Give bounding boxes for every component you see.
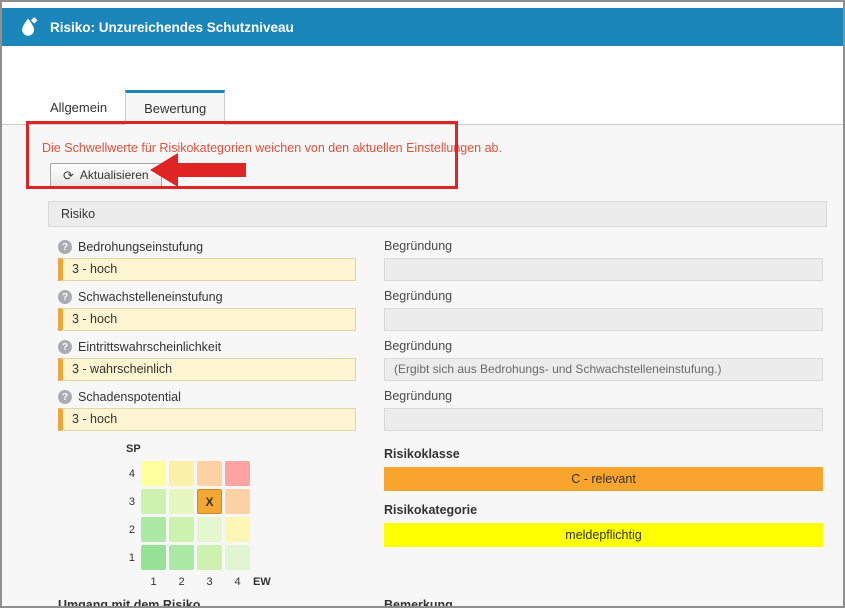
field-eintrittswahrscheinlichkeit: ? Eintrittswahrscheinlichkeit 3 - wahrsc…	[58, 339, 356, 381]
fields-grid: ? Bedrohungseinstufung 3 - hoch Begründu…	[58, 239, 823, 439]
tab-bewertung[interactable]: Bewertung	[125, 90, 225, 125]
remark-block: Bemerkung	[384, 598, 827, 606]
matrix-cell[interactable]	[169, 461, 194, 486]
matrix-col-label: 1	[141, 573, 166, 588]
matrix-cell[interactable]	[141, 517, 166, 542]
field-label-row: ? Bedrohungseinstufung	[58, 239, 356, 255]
risk-matrix-grid: 43X211234EW	[122, 461, 356, 588]
field-schwachstelleneinstufung: ? Schwachstelleneinstufung 3 - hoch	[58, 289, 356, 331]
field-label: Schwachstelleneinstufung	[78, 290, 223, 304]
help-icon[interactable]: ?	[58, 340, 72, 354]
matrix-x-axis-label: EW	[253, 573, 283, 588]
reason-label: Begründung	[384, 389, 823, 405]
matrix-cell[interactable]	[141, 545, 166, 570]
reason-input[interactable]	[384, 258, 823, 281]
reason-eintrittswahrscheinlichkeit: Begründung (Ergibt sich aus Bedrohungs- …	[384, 339, 823, 381]
risk-category-bar: meldepflichtig	[384, 523, 823, 547]
field-value-input[interactable]: 3 - hoch	[58, 258, 356, 281]
field-label-row: ? Schadenspotential	[58, 389, 356, 405]
field-bedrohungseinstufung: ? Bedrohungseinstufung 3 - hoch	[58, 239, 356, 281]
handling-block: Umgang mit dem Risiko ▼	[58, 598, 356, 606]
app-logo-icon	[18, 16, 40, 38]
app-window: Risiko: Unzureichendes Schutzniveau Allg…	[0, 0, 845, 608]
help-icon[interactable]: ?	[58, 240, 72, 254]
risiko-section: Risiko ? Bedrohungseinstufung 3 - hoch B…	[48, 201, 827, 588]
remark-label: Bemerkung	[384, 598, 827, 606]
matrix-col-label: 2	[169, 573, 194, 588]
risk-class-label: Risikoklasse	[384, 447, 823, 461]
field-value-input[interactable]: 3 - hoch	[58, 308, 356, 331]
matrix-cell[interactable]	[141, 461, 166, 486]
section-header: Risiko	[48, 201, 827, 227]
footer-row: Umgang mit dem Risiko ▼ Bemerkung	[58, 598, 827, 606]
field-label: Schadenspotential	[78, 390, 181, 404]
field-value-input[interactable]: 3 - hoch	[58, 408, 356, 431]
reason-label: Begründung	[384, 289, 823, 305]
matrix-cell[interactable]	[169, 545, 194, 570]
tab-bar: Allgemein Bewertung	[32, 90, 843, 124]
reason-schadenspotential: Begründung	[384, 389, 823, 431]
reason-bedrohungseinstufung: Begründung	[384, 239, 823, 281]
field-label-row: ? Schwachstelleneinstufung	[58, 289, 356, 305]
refresh-icon: ⟳	[63, 169, 74, 182]
matrix-row-label: 3	[122, 496, 138, 508]
matrix-results-row: SP 43X211234EW Risikoklasse C - relevant…	[58, 439, 823, 588]
tab-allgemein[interactable]: Allgemein	[32, 90, 125, 124]
matrix-row-label: 4	[122, 468, 138, 480]
results-block: Risikoklasse C - relevant Risikokategori…	[384, 439, 823, 588]
content-panel: Die Schwellwerte für Risikokategorien we…	[2, 124, 843, 606]
reason-input[interactable]	[384, 408, 823, 431]
matrix-cell[interactable]	[169, 517, 194, 542]
refresh-button[interactable]: ⟳ Aktualisieren	[50, 163, 162, 187]
matrix-cell[interactable]	[197, 461, 222, 486]
reason-input[interactable]: (Ergibt sich aus Bedrohungs- und Schwach…	[384, 358, 823, 381]
matrix-y-axis-label: SP	[126, 443, 356, 455]
handling-label: Umgang mit dem Risiko	[58, 598, 356, 606]
matrix-cell[interactable]: X	[197, 489, 222, 514]
matrix-cell[interactable]	[141, 489, 166, 514]
refresh-button-label: Aktualisieren	[80, 168, 149, 182]
matrix-row-label: 1	[122, 552, 138, 564]
reason-schwachstelleneinstufung: Begründung	[384, 289, 823, 331]
field-label: Eintrittswahrscheinlichkeit	[78, 340, 221, 354]
reason-input[interactable]	[384, 308, 823, 331]
warning-message: Die Schwellwerte für Risikokategorien we…	[42, 141, 843, 155]
matrix-row-label: 2	[122, 524, 138, 536]
matrix-cell[interactable]	[225, 461, 250, 486]
field-schadenspotential: ? Schadenspotential 3 - hoch	[58, 389, 356, 431]
matrix-cell[interactable]	[225, 489, 250, 514]
matrix-cell[interactable]	[169, 489, 194, 514]
field-label-row: ? Eintrittswahrscheinlichkeit	[58, 339, 356, 355]
warning-zone: Die Schwellwerte für Risikokategorien we…	[2, 125, 843, 197]
help-icon[interactable]: ?	[58, 390, 72, 404]
matrix-col-label: 4	[225, 573, 250, 588]
field-label: Bedrohungseinstufung	[78, 240, 203, 254]
help-icon[interactable]: ?	[58, 290, 72, 304]
matrix-cell[interactable]	[225, 545, 250, 570]
title-bar: Risiko: Unzureichendes Schutzniveau	[2, 8, 843, 46]
risk-class-bar: C - relevant	[384, 467, 823, 491]
window-title: Risiko: Unzureichendes Schutzniveau	[50, 20, 294, 35]
matrix-cell[interactable]	[197, 517, 222, 542]
risk-category-label: Risikokategorie	[384, 503, 823, 517]
risk-matrix: SP 43X211234EW	[58, 439, 356, 588]
matrix-cell[interactable]	[225, 517, 250, 542]
section-body: ? Bedrohungseinstufung 3 - hoch Begründu…	[48, 227, 827, 588]
reason-label: Begründung	[384, 239, 823, 255]
field-value-input[interactable]: 3 - wahrscheinlich	[58, 358, 356, 381]
matrix-col-label: 3	[197, 573, 222, 588]
matrix-cell[interactable]	[197, 545, 222, 570]
reason-label: Begründung	[384, 339, 823, 355]
